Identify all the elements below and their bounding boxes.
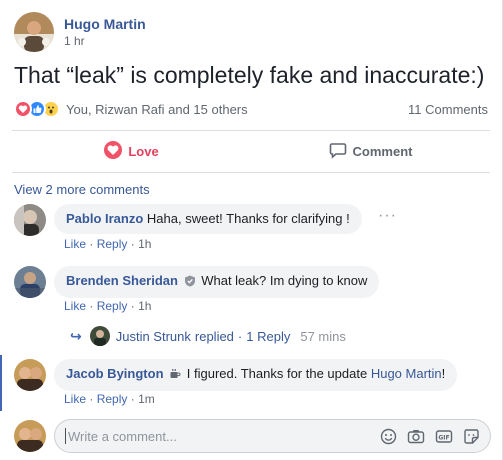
comment-text-end: ! (441, 366, 446, 381)
commenter-avatar[interactable] (14, 204, 46, 236)
meta-separator: · (130, 299, 135, 313)
meta-separator: · (89, 299, 94, 313)
new-comment-indicator (0, 355, 2, 411)
post-card: Hugo Martin 1 hr That “leak” is complete… (0, 0, 503, 460)
meta-separator: · (89, 392, 94, 406)
comment-input[interactable] (68, 428, 370, 444)
comment-bubble: Brenden Sheridan What leak? Im dying to … (54, 266, 380, 298)
post-timestamp[interactable]: 1 hr (64, 33, 146, 49)
mention-link[interactable]: Hugo Martin (371, 366, 442, 381)
post-header: Hugo Martin 1 hr (14, 12, 146, 52)
comment-bubble-icon (329, 141, 347, 162)
replies-verb[interactable]: replied (195, 329, 234, 344)
emoji-icon[interactable] (380, 428, 397, 445)
replies-summary[interactable]: ↪ Justin Strunk replied · 1 Reply 57 min… (70, 325, 346, 347)
comment-time[interactable]: 1h (138, 299, 151, 313)
comment-bubble: Jacob Byington I figured. Thanks for the… (54, 359, 458, 391)
comment-count[interactable]: 11 Comments (408, 102, 488, 117)
love-reaction-icon (104, 140, 123, 162)
comment-text: I figured. Thanks for the update (186, 366, 368, 381)
comment-button[interactable]: Comment (251, 133, 490, 169)
meta-separator: · (237, 328, 243, 344)
post-text: That “leak” is completely fake and inacc… (14, 62, 485, 88)
reply-link[interactable]: Reply (97, 299, 128, 313)
sticker-icon[interactable] (463, 428, 480, 445)
coffee-badge-icon (169, 368, 181, 384)
reply-arrow-icon: ↪ (70, 327, 82, 344)
comment-composer: GIF (54, 419, 491, 453)
meta-separator: · (130, 237, 135, 251)
love-button-label: Love (128, 143, 159, 159)
action-bar: Love Comment (12, 133, 490, 169)
love-button[interactable]: Love (12, 133, 251, 169)
reaction-summary-text[interactable]: You, Rizwan Rafi and 15 others (66, 102, 248, 117)
reactions-row: You, Rizwan Rafi and 15 others 11 Commen… (14, 98, 488, 120)
comment-meta: Like · Reply · 1h (64, 299, 151, 313)
comment-text: Haha, sweet! Thanks for clarifying ! (146, 211, 350, 226)
current-user-avatar (14, 420, 46, 452)
comment-button-label: Comment (352, 143, 413, 159)
meta-separator: · (89, 237, 94, 251)
view-more-comments-link[interactable]: View 2 more comments (14, 182, 150, 197)
divider (12, 172, 490, 173)
meta-separator: · (130, 392, 135, 406)
like-link[interactable]: Like (64, 299, 86, 313)
replier-name[interactable]: Justin Strunk (116, 329, 191, 344)
text-caret (65, 428, 66, 444)
replies-count[interactable]: 1 Reply (246, 329, 290, 344)
commenter-name[interactable]: Pablo Iranzo (66, 211, 143, 226)
comment-meta: Like · Reply · 1m (64, 392, 155, 406)
commenter-name[interactable]: Brenden Sheridan (66, 273, 178, 288)
more-options-icon[interactable]: ··· (378, 207, 397, 225)
camera-icon[interactable] (407, 428, 425, 445)
like-link[interactable]: Like (64, 237, 86, 251)
author-avatar[interactable] (14, 12, 54, 52)
reply-link[interactable]: Reply (97, 237, 128, 251)
replies-time: 57 mins (300, 328, 346, 344)
commenter-avatar[interactable] (14, 359, 46, 391)
like-link[interactable]: Like (64, 392, 86, 406)
commenter-name[interactable]: Jacob Byington (66, 366, 164, 381)
author-name[interactable]: Hugo Martin (64, 15, 146, 33)
commenter-avatar[interactable] (14, 266, 46, 298)
gif-icon[interactable]: GIF (435, 428, 453, 445)
shield-badge-icon (184, 275, 196, 291)
svg-text:GIF: GIF (438, 434, 449, 441)
comment-time[interactable]: 1h (138, 237, 151, 251)
divider (12, 130, 490, 131)
love-icon (14, 100, 32, 118)
comment-bubble: Pablo Iranzo Haha, sweet! Thanks for cla… (54, 204, 362, 234)
reply-link[interactable]: Reply (97, 392, 128, 406)
comment-meta: Like · Reply · 1h (64, 237, 151, 251)
replier-avatar (89, 326, 110, 346)
comment-text: What leak? Im dying to know (201, 273, 368, 288)
comment-time[interactable]: 1m (138, 392, 155, 406)
reaction-summary[interactable]: You, Rizwan Rafi and 15 others (14, 100, 248, 118)
